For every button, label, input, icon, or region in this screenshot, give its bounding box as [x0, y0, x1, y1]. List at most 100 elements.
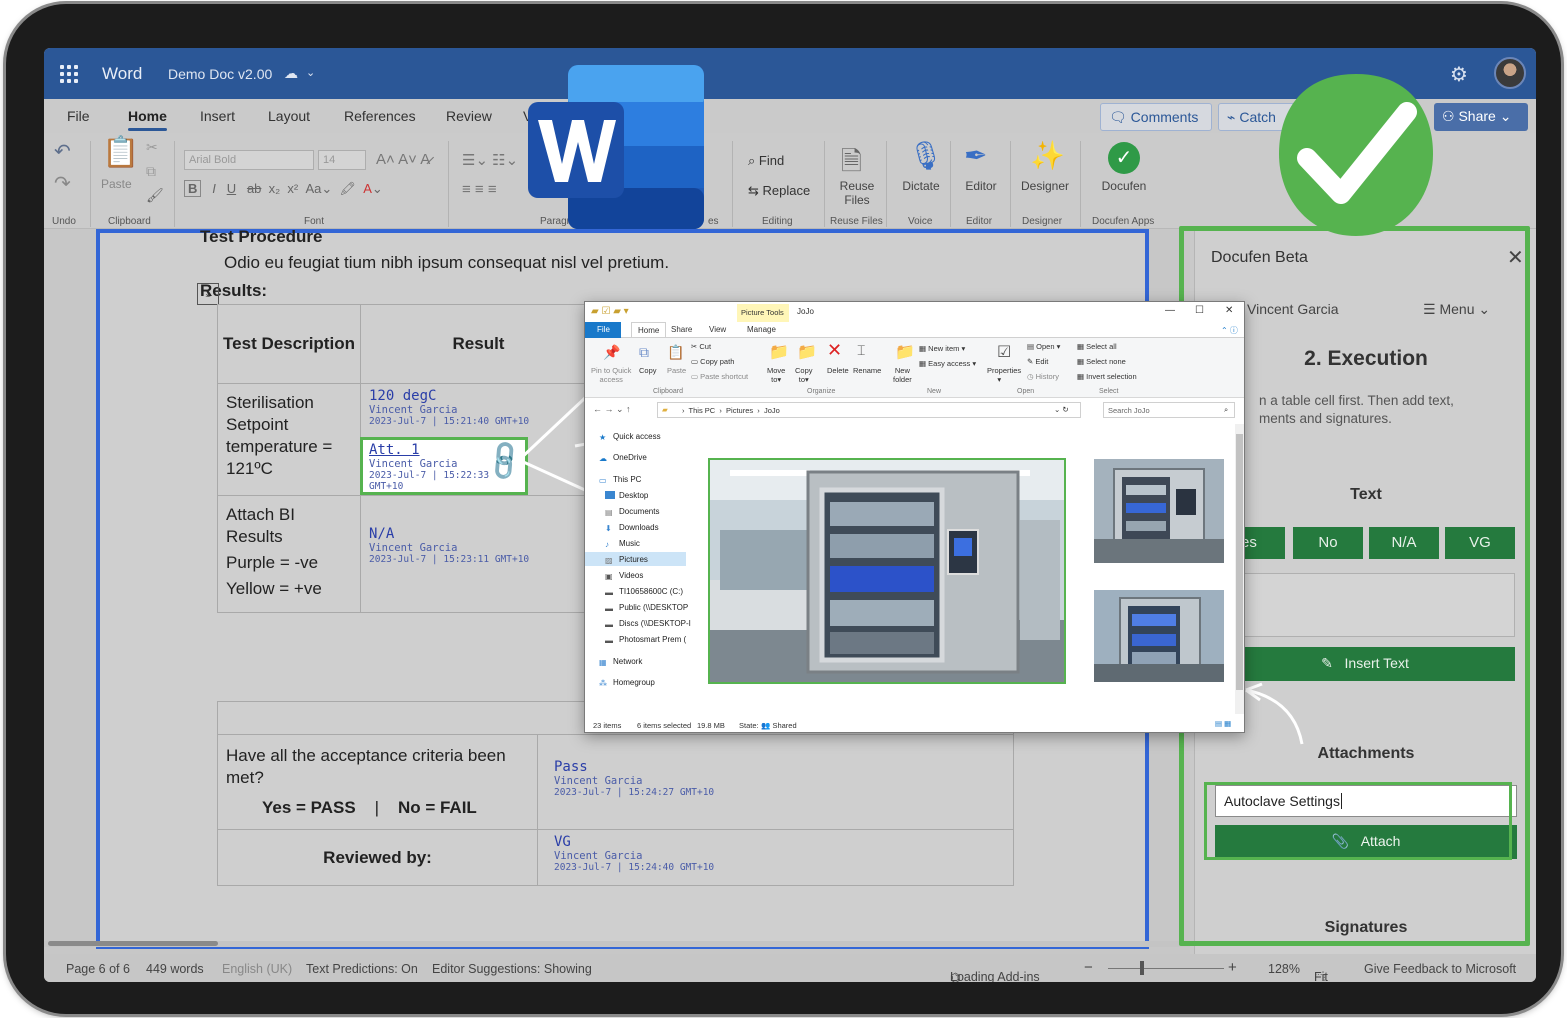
explorer-search-input[interactable]: Search JoJo ⌕ — [1103, 402, 1235, 418]
explorer-tab-manage[interactable]: Manage — [747, 325, 776, 334]
copy-to-icon[interactable]: 📁 — [797, 342, 817, 362]
zoom-slider-track[interactable] — [1108, 968, 1224, 969]
nav-quick-access[interactable]: ★ Quick access — [599, 432, 661, 442]
explorer-select-all[interactable]: ▦ Select all — [1077, 342, 1117, 351]
nav-videos[interactable]: ▣ Videos — [605, 571, 643, 581]
acceptance-answer[interactable]: Pass Vincent Garcia 2023-Jul-7 | 15:24:2… — [537, 734, 1014, 830]
explorer-edit[interactable]: ✎ Edit — [1027, 357, 1048, 366]
move-to-icon[interactable]: 📁 — [769, 342, 789, 362]
maximize-icon[interactable]: ☐ — [1195, 305, 1204, 316]
designer-button[interactable]: Designer — [1016, 179, 1074, 193]
delete-icon[interactable]: ✕ — [827, 340, 842, 361]
image-thumbnail-2[interactable] — [1094, 459, 1224, 563]
explorer-rename[interactable]: Rename — [853, 366, 881, 375]
replace-button[interactable]: ⇆ Replace — [748, 183, 810, 199]
tab-home[interactable]: Home — [128, 108, 167, 131]
explorer-paste[interactable]: Paste — [667, 366, 686, 375]
refresh-icon[interactable]: ⌄ ↻ — [1054, 405, 1069, 414]
designer-wand-icon[interactable]: ✨ — [1030, 139, 1065, 172]
explorer-delete[interactable]: Delete — [827, 366, 849, 375]
nav-music[interactable]: ♪ Music — [605, 539, 640, 549]
zoom-out-button[interactable]: − — [1084, 959, 1093, 976]
nav-documents[interactable]: ▤ Documents — [605, 507, 659, 517]
font-size-input[interactable]: 14 — [318, 150, 366, 170]
minimize-icon[interactable]: — — [1165, 305, 1175, 316]
feedback-link[interactable]: Give Feedback to Microsoft — [1364, 962, 1516, 976]
image-thumbnail-3[interactable] — [1094, 590, 1224, 682]
rename-icon[interactable]: ⌶ — [857, 342, 865, 359]
explorer-copy[interactable]: Copy — [639, 366, 657, 375]
nav-photosmart[interactable]: ▬ Photosmart Prem ( — [605, 635, 686, 645]
pin-quick-access[interactable]: Pin to Quick access — [591, 366, 631, 384]
nav-homegroup[interactable]: ⁂ Homegroup — [599, 678, 655, 688]
explorer-tab-home[interactable]: Home — [631, 322, 667, 338]
app-name[interactable]: Word — [102, 64, 142, 84]
close-icon[interactable]: ✕ — [1225, 305, 1233, 316]
editor-pen-icon[interactable]: ✒ — [964, 139, 987, 172]
gear-icon[interactable]: ⚙ — [1450, 62, 1468, 87]
explorer-tab-share[interactable]: Share — [671, 325, 692, 334]
docufen-check-icon[interactable]: ✓ — [1108, 142, 1140, 174]
font-format-buttons[interactable]: B I U ab x₂ x² Aa⌄ 🖍 A⌄ — [184, 180, 424, 197]
nav-pictures[interactable]: ▨ Pictures — [605, 555, 648, 565]
view-toggle-icon[interactable]: ▤ ▦ — [1215, 719, 1231, 728]
row-attach-bi-result[interactable]: N/A Vincent Garcia 2023-Jul-7 | 15:23:11… — [360, 495, 597, 613]
cut-icon[interactable]: ✂ — [146, 139, 158, 156]
explorer-paste-shortcut[interactable]: ▭ Paste shortcut — [691, 372, 748, 381]
microphone-icon[interactable]: 🎙 — [908, 139, 944, 172]
attachment-link-box[interactable]: Att. 1 Vincent Garcia 2023-Jul-7 | 15:22… — [360, 437, 528, 495]
zoom-slider-thumb[interactable] — [1140, 961, 1144, 975]
format-painter-icon[interactable]: 🖌 — [146, 187, 164, 204]
copy-icon[interactable]: ⧉ — [639, 344, 649, 361]
zoom-level[interactable]: 128% — [1268, 962, 1300, 976]
explorer-easy-access[interactable]: ▦ Easy access ▾ — [919, 359, 976, 368]
explorer-copy-to[interactable]: Copy to▾ — [795, 366, 813, 384]
explorer-open[interactable]: ▤ Open ▾ — [1027, 342, 1060, 351]
horizontal-scrollbar[interactable] — [44, 941, 1190, 947]
explorer-copy-path[interactable]: ▭ Copy path — [691, 357, 734, 366]
image-thumbnail-selected[interactable] — [708, 458, 1066, 684]
docufen-button[interactable]: Docufen — [1094, 179, 1154, 193]
editor-suggestions[interactable]: Editor Suggestions: Showing — [432, 962, 592, 976]
explorer-new-item[interactable]: ▦ New item ▾ — [919, 344, 965, 353]
find-button[interactable]: ⌕ Find — [748, 153, 784, 169]
text-predictions[interactable]: Text Predictions: On — [306, 962, 418, 976]
reviewed-by-answer[interactable]: VG Vincent Garcia 2023-Jul-7 | 15:24:40 … — [537, 829, 1014, 886]
editor-button[interactable]: Editor — [958, 179, 1004, 193]
explorer-select-none[interactable]: ▦ Select none — [1077, 357, 1126, 366]
paste-icon[interactable]: 📋 — [667, 344, 684, 361]
redo-icon[interactable]: ↷ — [54, 171, 71, 196]
properties-icon[interactable]: ☑ — [997, 342, 1011, 362]
nav-drive-c[interactable]: ▬ TI10658600C (C:) — [605, 587, 683, 597]
nav-public[interactable]: ▬ Public (\\DESKTOP — [605, 603, 688, 613]
paste-icon[interactable]: 📋 — [102, 135, 139, 170]
explorer-move-to[interactable]: Move to▾ — [767, 366, 785, 384]
table-move-handle-icon[interactable]: ⤓ — [197, 283, 219, 305]
nav-this-pc[interactable]: ▭ This PC — [599, 475, 641, 485]
tab-references[interactable]: References — [344, 108, 416, 124]
explorer-invert-selection[interactable]: ▦ Invert selection — [1077, 372, 1137, 381]
tab-insert[interactable]: Insert — [200, 108, 235, 124]
language[interactable]: English (UK) — [222, 962, 292, 976]
address-bar[interactable]: › This PC › Pictures › JoJo ▰ ⌄ ↻ — [657, 402, 1081, 418]
nav-arrows-icon[interactable]: ← → ⌄ ↑ — [593, 404, 631, 415]
tab-file[interactable]: File — [67, 108, 90, 124]
scrollbar-thumb[interactable] — [1236, 434, 1243, 690]
explorer-properties[interactable]: Properties ▾ — [987, 366, 1021, 384]
list-buttons[interactable]: ☰⌄ ☷⌄ — [462, 151, 518, 169]
tab-layout[interactable]: Layout — [268, 108, 310, 124]
pin-icon[interactable]: 📌 — [603, 344, 620, 361]
share-button[interactable]: ⚇ Share ⌄ — [1434, 103, 1528, 131]
nav-onedrive[interactable]: ☁ OneDrive — [599, 453, 647, 463]
user-avatar[interactable] — [1494, 57, 1526, 89]
page-count[interactable]: Page 6 of 6 — [66, 962, 130, 976]
grow-font-icon[interactable]: A˄ A˅ A̷ — [376, 151, 430, 168]
explorer-history[interactable]: ◷ History — [1027, 372, 1059, 381]
font-name-input[interactable]: Arial Bold — [184, 150, 314, 170]
chevron-down-icon[interactable]: ⌄ — [306, 66, 315, 79]
nav-desktop[interactable]: Desktop — [605, 491, 648, 500]
file-explorer-window[interactable]: ▰ ☑ ▰ ▾ Picture Tools JoJo — ☐ ✕ File Ho… — [584, 301, 1245, 733]
scrollbar-thumb[interactable] — [48, 941, 218, 946]
word-count[interactable]: 449 words — [146, 962, 204, 976]
tab-review[interactable]: Review — [446, 108, 492, 124]
